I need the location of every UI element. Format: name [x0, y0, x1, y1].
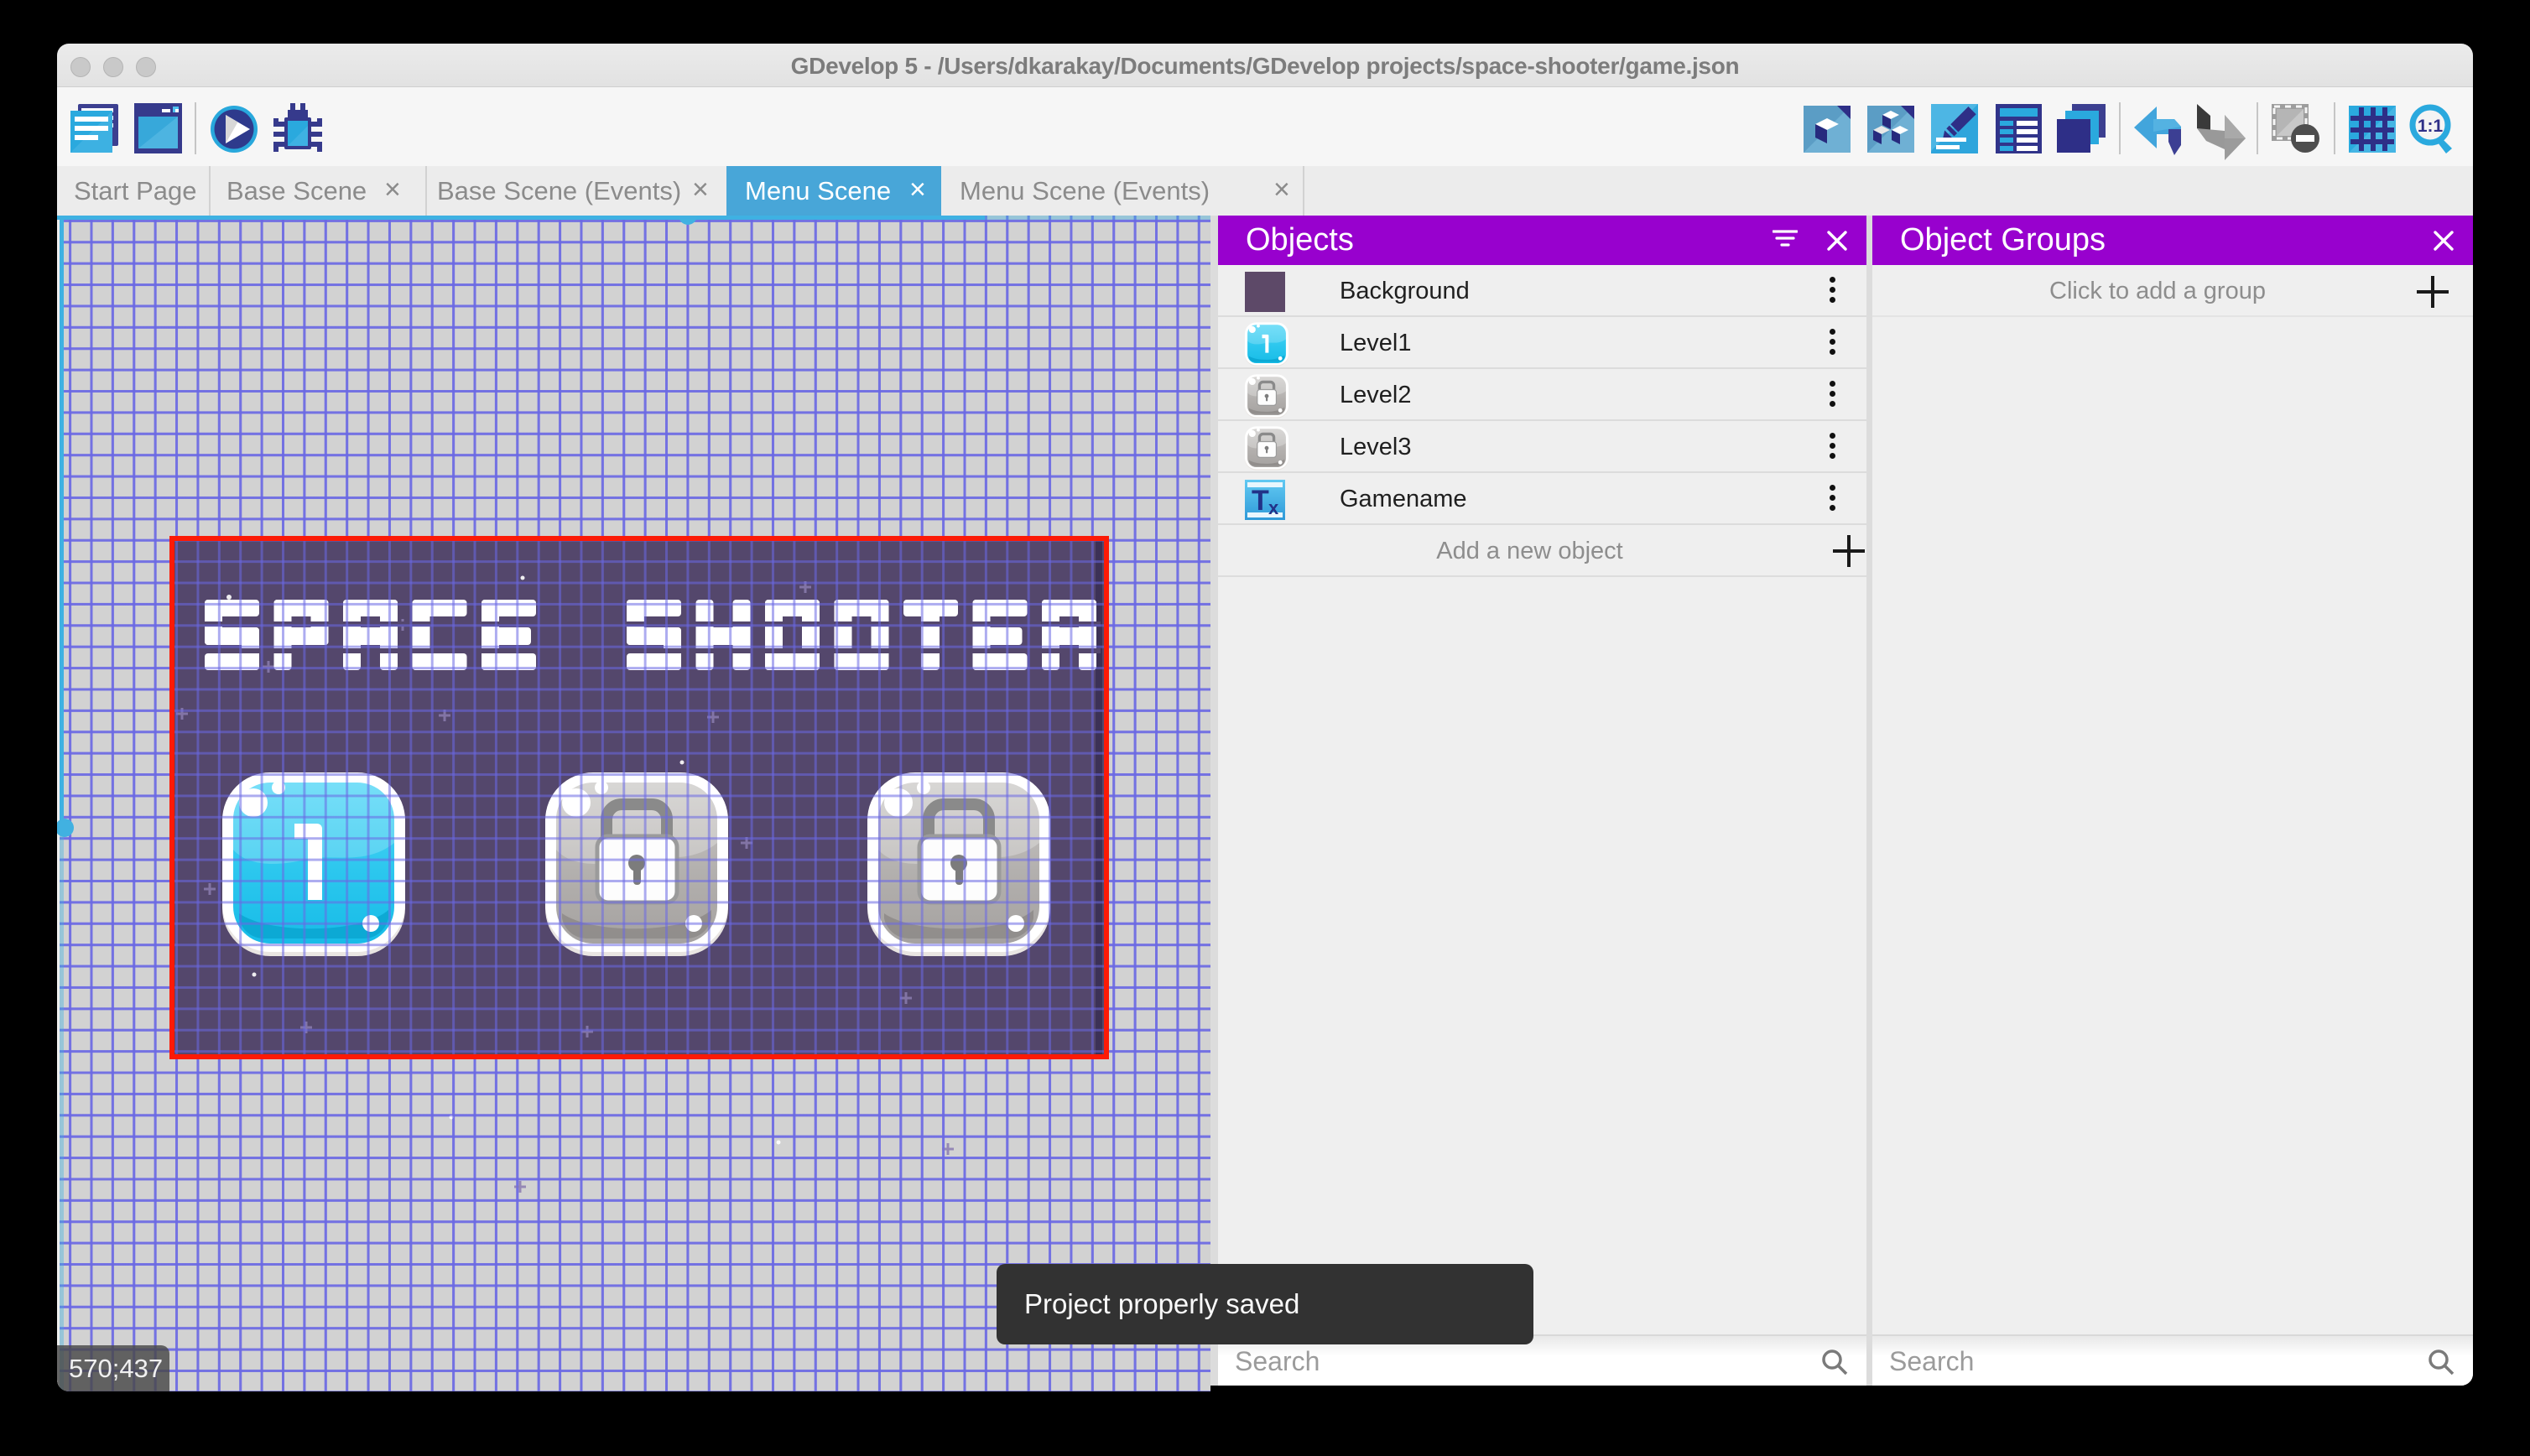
svg-text:T: T — [1252, 485, 1269, 517]
svg-text:1:1: 1:1 — [2418, 117, 2444, 136]
svg-text:x: x — [1268, 497, 1279, 518]
